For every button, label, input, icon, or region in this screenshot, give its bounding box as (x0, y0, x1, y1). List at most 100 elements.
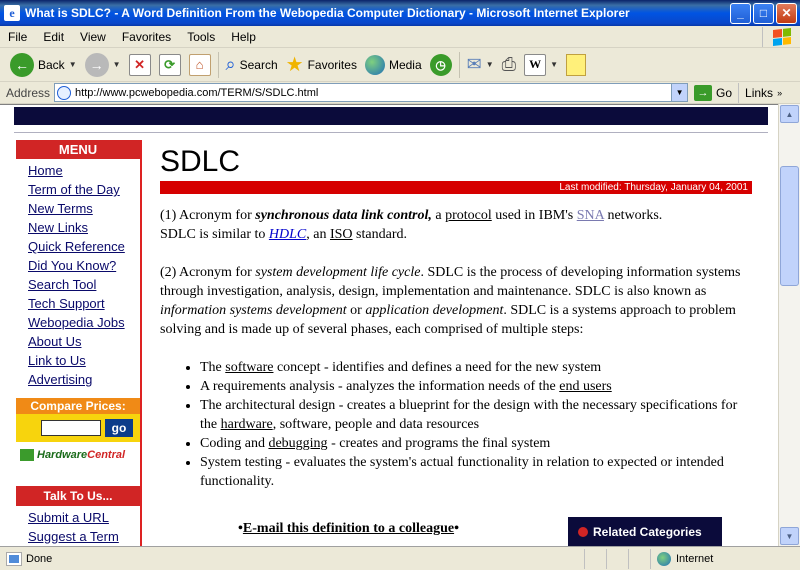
go-button[interactable]: → Go (688, 84, 738, 101)
search-button[interactable]: ⌕ Search (222, 50, 282, 80)
go-label: Go (716, 85, 733, 100)
sna-link[interactable]: SNA (577, 208, 604, 223)
forward-dropdown-icon[interactable]: ▼ (113, 60, 121, 69)
header-divider (14, 132, 768, 133)
back-dropdown-icon[interactable]: ▼ (69, 60, 77, 69)
text: a (431, 208, 446, 223)
edit-button[interactable]: W ▼ (520, 50, 562, 80)
media-globe-icon (364, 54, 385, 75)
email-row: •E-mail this definition to a colleague• … (160, 517, 752, 546)
end-users-link[interactable]: end users (559, 379, 612, 394)
media-button[interactable]: Media (361, 50, 426, 80)
stop-button[interactable]: ✕ (125, 50, 155, 80)
toolbar-separator (458, 51, 460, 78)
menu-tools[interactable]: Tools (179, 30, 223, 44)
suggest-term-link[interactable]: Suggest a Term (28, 527, 140, 546)
forward-button[interactable]: → ▼ (81, 50, 125, 80)
text: A requirements analysis - analyzes the i… (200, 379, 560, 394)
text-emphasis: synchronous data link control, (255, 208, 432, 223)
menu-heading: MENU (16, 140, 140, 159)
favorites-button[interactable]: ★ Favorites (282, 50, 361, 80)
menu-view[interactable]: View (72, 30, 114, 44)
text-emphasis: system development life cycle (255, 265, 421, 280)
hwc-logo-text-1: Hardware (37, 449, 88, 461)
star-icon: ★ (285, 54, 304, 76)
menu-link-link-to-us[interactable]: Link to Us (28, 351, 140, 370)
text: Coding and (200, 436, 269, 451)
address-bar: Address http://www.pcwebopedia.com/TERM/… (0, 82, 800, 104)
menu-link-about-us[interactable]: About Us (28, 332, 140, 351)
menu-link-term-of-the-day[interactable]: Term of the Day (28, 180, 140, 199)
home-button[interactable]: ⌂ (185, 50, 215, 80)
protocol-link[interactable]: protocol (445, 208, 492, 223)
menu-edit[interactable]: Edit (35, 30, 72, 44)
menu-favorites[interactable]: Favorites (114, 30, 179, 44)
address-url[interactable]: http://www.pcwebopedia.com/TERM/S/SDLC.h… (75, 87, 671, 99)
hardware-link[interactable]: hardware (221, 417, 273, 432)
page-title: SDLC (160, 145, 241, 178)
print-button[interactable]: ⎙ (498, 50, 520, 80)
compare-prices-input[interactable] (41, 420, 101, 436)
bullet-dot-icon (578, 527, 588, 537)
refresh-button[interactable]: ⟳ (155, 50, 185, 80)
hardwarecentral-logo[interactable]: Hardware Central (16, 442, 140, 468)
address-input[interactable]: http://www.pcwebopedia.com/TERM/S/SDLC.h… (54, 83, 689, 102)
back-button[interactable]: ← Back ▼ (6, 50, 81, 80)
page-viewport: MENU Home Term of the Day New Terms New … (0, 104, 778, 546)
minimize-button[interactable]: _ (730, 2, 751, 24)
list-item: Coding and debugging - creates and progr… (200, 434, 752, 453)
links-button[interactable]: Links » (738, 82, 788, 103)
last-modified: Last modified: Thursday, January 04, 200… (559, 182, 748, 193)
menu-link-home[interactable]: Home (28, 161, 140, 180)
email-definition-link[interactable]: E-mail this definition to a colleague (243, 521, 454, 536)
menu-link-webopedia-jobs[interactable]: Webopedia Jobs (28, 313, 140, 332)
menu-link-search-tool[interactable]: Search Tool (28, 275, 140, 294)
debugging-link[interactable]: debugging (268, 436, 327, 451)
menu-help[interactable]: Help (223, 30, 264, 44)
mail-dropdown-icon[interactable]: ▼ (486, 60, 494, 69)
scroll-thumb[interactable] (780, 166, 799, 286)
status-text: Done (26, 552, 53, 565)
submit-url-link[interactable]: Submit a URL (28, 508, 140, 527)
edit-dropdown-icon[interactable]: ▼ (550, 60, 558, 69)
compare-prices-heading: Compare Prices: (16, 398, 140, 414)
menu-file[interactable]: File (0, 30, 35, 44)
compare-go-button[interactable]: go (105, 419, 133, 437)
last-modified-bar: Last modified: Thursday, January 04, 200… (160, 181, 752, 194)
mail-button[interactable]: ✉ ▼ (463, 50, 498, 80)
scroll-down-icon[interactable]: ▼ (780, 527, 799, 545)
text: (1) Acronym for (160, 208, 256, 223)
maximize-button[interactable]: □ (753, 2, 774, 24)
talk-to-us-heading: Talk To Us... (16, 486, 140, 506)
vertical-scrollbar[interactable]: ▲ ▼ (778, 104, 800, 546)
links-chevron-icon: » (777, 87, 783, 98)
scroll-up-icon[interactable]: ▲ (780, 105, 799, 123)
toolbar-separator (217, 51, 219, 78)
address-dropdown-icon[interactable]: ▼ (671, 84, 688, 101)
menu-link-did-you-know[interactable]: Did You Know? (28, 256, 140, 275)
menu-link-new-links[interactable]: New Links (28, 218, 140, 237)
compare-prices-box: go (16, 414, 140, 442)
text-emphasis: application development (365, 303, 504, 318)
text: , an (306, 227, 330, 242)
text: (2) Acronym for (160, 265, 256, 280)
stop-icon: ✕ (128, 53, 151, 76)
text: , software, people and data resources (272, 417, 480, 432)
close-button[interactable]: ✕ (776, 2, 797, 24)
forward-arrow-icon: → (84, 52, 109, 77)
menu-link-quick-reference[interactable]: Quick Reference (28, 237, 140, 256)
discuss-button[interactable] (562, 50, 590, 80)
menu-link-new-terms[interactable]: New Terms (28, 199, 140, 218)
iso-link[interactable]: ISO (330, 227, 353, 242)
menu-link-tech-support[interactable]: Tech Support (28, 294, 140, 313)
go-arrow-icon: → (694, 84, 713, 101)
history-button[interactable]: ◷ (426, 50, 456, 80)
list-item: The architectural design - creates a blu… (200, 396, 752, 434)
software-link[interactable]: software (225, 360, 273, 375)
windows-logo (762, 26, 800, 47)
windows-flag-icon (772, 27, 791, 46)
menu-link-advertising[interactable]: Advertising (28, 370, 140, 389)
print-icon: ⎙ (501, 54, 517, 74)
word-edit-icon: W (524, 53, 547, 76)
hdlc-link[interactable]: HDLC (269, 227, 306, 242)
